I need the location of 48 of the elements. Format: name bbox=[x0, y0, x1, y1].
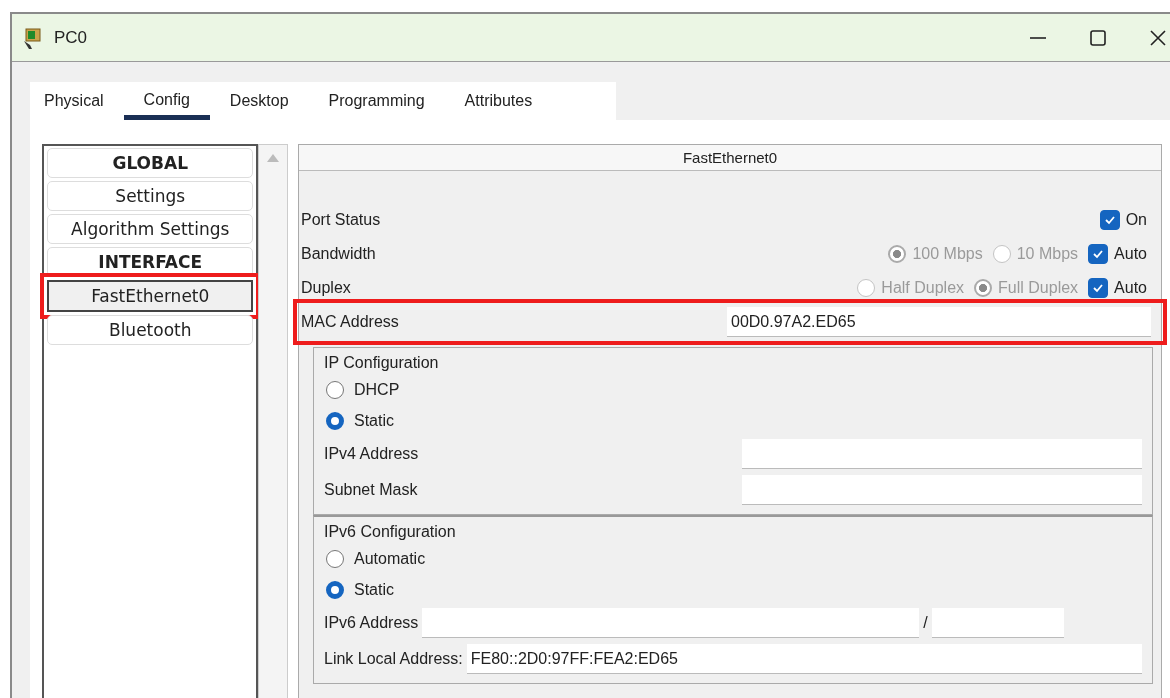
group-title: IP Configuration bbox=[324, 354, 440, 372]
panel-title: FastEthernet0 bbox=[299, 145, 1161, 171]
sidebar-item[interactable]: Algorithm Settings bbox=[47, 214, 254, 244]
tab[interactable]: Programming bbox=[308, 82, 445, 120]
checkbox[interactable] bbox=[1099, 210, 1120, 230]
field-label: MAC Address bbox=[301, 313, 399, 331]
input-field[interactable] bbox=[422, 608, 920, 638]
radio-button[interactable] bbox=[326, 380, 344, 399]
tab[interactable]: Physical bbox=[44, 82, 124, 120]
window-title: PC0 bbox=[54, 27, 88, 48]
field-label: Duplex bbox=[301, 279, 351, 297]
field-label: Bandwidth bbox=[301, 245, 376, 263]
input-field[interactable] bbox=[742, 475, 1142, 505]
option-label: Static bbox=[354, 580, 394, 599]
maximize-icon[interactable] bbox=[1088, 27, 1108, 48]
option-label: Full Duplex bbox=[998, 279, 1079, 297]
mac-address-field[interactable]: 00D0.97A2.ED65 bbox=[727, 307, 1151, 337]
separator-text: / bbox=[923, 614, 928, 632]
option-label: 10 Mbps bbox=[1016, 245, 1079, 263]
field-label: IPv6 Address bbox=[324, 614, 419, 632]
radio-button[interactable] bbox=[326, 549, 344, 568]
prefix-length-field[interactable] bbox=[931, 608, 1064, 638]
option-label: Half Duplex bbox=[881, 279, 965, 297]
field-label: Link Local Address: bbox=[324, 650, 463, 668]
radio-button[interactable] bbox=[326, 411, 344, 430]
sidebar-item[interactable]: Bluetooth bbox=[47, 315, 254, 345]
radio-button[interactable] bbox=[326, 580, 344, 599]
field-label: Subnet Mask bbox=[324, 481, 418, 499]
sidebar-item[interactable]: Settings bbox=[47, 181, 254, 211]
field-label: IPv4 Address bbox=[324, 445, 419, 463]
option-label: Automatic bbox=[354, 549, 426, 568]
option-label: Static bbox=[354, 411, 394, 430]
close-icon[interactable] bbox=[1148, 27, 1168, 48]
input-field[interactable] bbox=[742, 439, 1142, 469]
tab[interactable]: Desktop bbox=[209, 82, 309, 120]
option-label: Auto bbox=[1114, 245, 1147, 263]
section-header[interactable]: GLOBAL bbox=[47, 148, 254, 178]
checkbox[interactable] bbox=[1088, 244, 1109, 264]
option-label: On bbox=[1125, 211, 1147, 229]
option-label: 100 Mbps bbox=[912, 245, 983, 263]
input-field[interactable]: FE80::2D0:97FF:FEA2:ED65 bbox=[466, 644, 1142, 674]
tab[interactable]: Attributes bbox=[444, 82, 553, 120]
option-label: DHCP bbox=[354, 380, 400, 399]
option-label: Auto bbox=[1114, 279, 1147, 297]
group-title: IPv6 Configuration bbox=[324, 523, 457, 541]
checkbox[interactable] bbox=[1088, 278, 1109, 298]
scroll-bar[interactable] bbox=[258, 144, 288, 698]
field-label: Port Status bbox=[301, 211, 381, 229]
